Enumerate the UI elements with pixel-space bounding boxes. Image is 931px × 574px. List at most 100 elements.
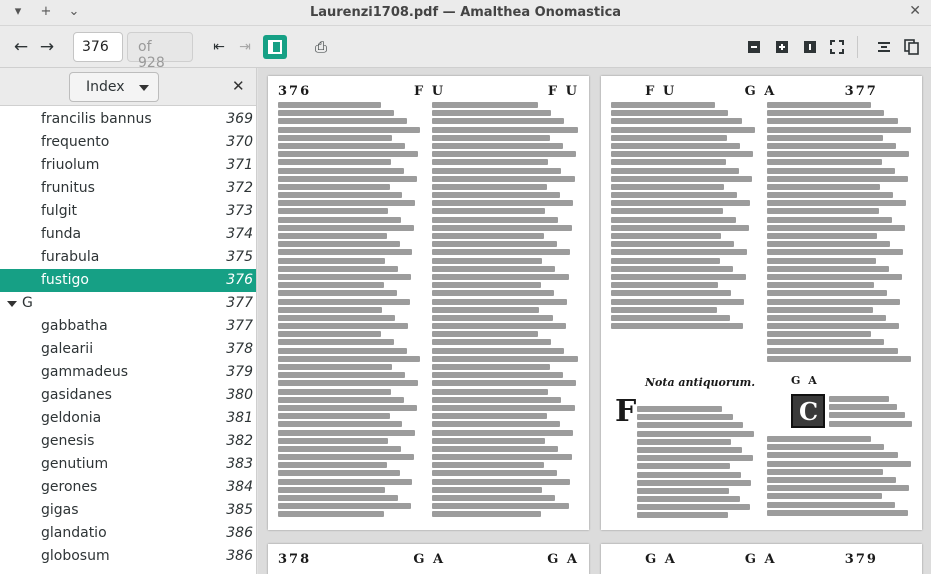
- text-line: [432, 421, 560, 428]
- index-entry-row[interactable]: gammadeus 379: [0, 361, 256, 384]
- index-entry-row[interactable]: francilis bannus 369: [0, 108, 256, 131]
- index-entry-label: genesis: [41, 433, 95, 449]
- text-column-left: [611, 102, 756, 332]
- page-header: G A G A 379: [611, 552, 912, 567]
- index-entry-page: 385: [226, 502, 253, 518]
- text-line: [278, 347, 407, 354]
- index-entry-label: gabbatha: [41, 318, 108, 334]
- index-entry-row[interactable]: gerones 384: [0, 476, 256, 499]
- text-line: [278, 233, 387, 239]
- zoom-reset-icon[interactable]: [797, 34, 823, 60]
- two-pages-glyph: [904, 39, 919, 55]
- sidebar-close-button[interactable]: ✕: [232, 77, 245, 95]
- index-entry-row[interactable]: gabbatha 377: [0, 315, 256, 338]
- index-entry-row[interactable]: geldonia 381: [0, 407, 256, 430]
- zoom-in-icon[interactable]: [769, 34, 795, 60]
- print-icon[interactable]: ⎙: [308, 34, 334, 60]
- window-close-button[interactable]: ✕: [909, 3, 921, 19]
- index-entry-page: 369: [226, 111, 253, 127]
- index-entry-row[interactable]: glandatio 386: [0, 522, 256, 545]
- text-line: [278, 265, 399, 272]
- index-entry-row[interactable]: frunitus 372: [0, 177, 256, 200]
- index-entry-row[interactable]: fulgit 373: [0, 200, 256, 223]
- text-line: [611, 102, 716, 108]
- index-entry-page: 386: [226, 525, 253, 541]
- index-entry-label: fulgit: [41, 203, 77, 219]
- two-pages-icon[interactable]: [899, 34, 925, 60]
- text-line: [767, 306, 873, 313]
- text-line: [767, 167, 895, 174]
- text-line: [637, 446, 743, 453]
- continuous-mode-icon[interactable]: [871, 34, 897, 60]
- zoom-out-icon[interactable]: [741, 34, 767, 60]
- forward-arrow-icon[interactable]: →: [34, 34, 60, 60]
- index-list: forum boarium369francilis bannus369frequ…: [0, 98, 256, 568]
- text-line: [432, 142, 563, 149]
- text-line: [767, 249, 904, 256]
- page-header: 376 F U F U: [278, 84, 579, 99]
- text-line: [278, 290, 397, 297]
- text-line: [611, 118, 742, 125]
- index-entry-row[interactable]: fustigo 376: [0, 269, 256, 292]
- text-line: [432, 396, 562, 403]
- index-entry-row[interactable]: funda 374: [0, 223, 256, 246]
- text-line: [432, 323, 566, 330]
- index-entry-row[interactable]: genesis 382: [0, 430, 256, 453]
- text-line: [767, 192, 894, 199]
- history-back-icon[interactable]: ⇤: [206, 34, 232, 60]
- text-line: [611, 241, 735, 248]
- index-entry-row[interactable]: frequento 370: [0, 131, 256, 154]
- index-entry-row[interactable]: globosum 386: [0, 545, 256, 568]
- text-line: [767, 509, 908, 516]
- column-heading-left: G A: [413, 552, 446, 567]
- document-view[interactable]: 376 F U F U F U G A 377 Nota antiquorum.…: [258, 68, 931, 574]
- expander-triangle-icon[interactable]: [7, 301, 17, 307]
- text-line: [611, 306, 717, 313]
- page-number: 377: [844, 84, 878, 99]
- page-number-input[interactable]: 376: [73, 32, 123, 62]
- text-line: [278, 175, 417, 182]
- text-line: [278, 118, 407, 125]
- index-entry-row[interactable]: galearii 378: [0, 338, 256, 361]
- text-line: [432, 224, 572, 231]
- index-entry-row[interactable]: genutium 383: [0, 453, 256, 476]
- text-line: [767, 102, 872, 108]
- text-line: [432, 347, 565, 354]
- index-entry-row[interactable]: furabula 375: [0, 246, 256, 269]
- sidebar-mode-dropdown[interactable]: Index: [69, 72, 159, 102]
- history-forward-icon[interactable]: ⇥: [232, 34, 258, 60]
- text-line: [767, 282, 875, 289]
- index-group-row[interactable]: G 377: [0, 292, 256, 315]
- text-line: [637, 422, 744, 429]
- text-line: [767, 208, 879, 215]
- text-line: [432, 413, 547, 420]
- text-line: [611, 151, 754, 158]
- index-entry-page: 374: [226, 226, 253, 242]
- page-379: G A G A 379: [601, 544, 922, 574]
- column-heading-right: G A: [744, 552, 777, 567]
- text-line: [432, 118, 565, 125]
- text-line: [611, 273, 746, 280]
- page-377: F U G A 377 Nota antiquorum. F G A: [601, 76, 922, 530]
- text-column-right: [767, 102, 912, 372]
- text-line: [432, 511, 541, 518]
- text-line: [611, 282, 719, 289]
- index-entry-row[interactable]: gasidanes 380: [0, 384, 256, 407]
- index-entry-row[interactable]: gigas 385: [0, 499, 256, 522]
- text-line: [767, 355, 911, 362]
- index-entry-page: 384: [226, 479, 253, 495]
- text-line: [432, 200, 574, 207]
- back-arrow-icon[interactable]: ←: [8, 34, 34, 60]
- text-line: [278, 183, 390, 190]
- sidebar-toggle-button[interactable]: [263, 35, 287, 59]
- zoom-out-glyph: [748, 41, 760, 53]
- index-entry-label: glandatio: [41, 525, 107, 541]
- index-entry-page: 382: [226, 433, 253, 449]
- column-heading-left: F U: [413, 84, 446, 99]
- text-line: [767, 241, 891, 248]
- text-line: [432, 314, 553, 321]
- text-line: [611, 175, 752, 182]
- text-line: [637, 496, 740, 503]
- index-entry-row[interactable]: friuolum 371: [0, 154, 256, 177]
- fit-page-icon[interactable]: [824, 34, 850, 60]
